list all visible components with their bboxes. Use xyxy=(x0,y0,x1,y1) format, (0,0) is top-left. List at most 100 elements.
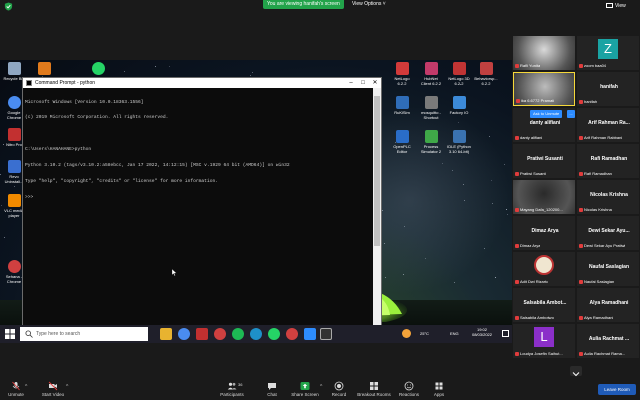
participant-tile-alya[interactable]: Alya Ramadhani Alya Ramadhani xyxy=(577,288,639,322)
microphone-muted-icon xyxy=(12,381,20,391)
command-prompt-output[interactable]: Microsoft Windows [Version 10.0.18363.15… xyxy=(25,89,369,329)
desktop-icon-factory-io[interactable]: Factory IO xyxy=(447,96,471,115)
participant-display-name: Dewi Sekar Ayu... xyxy=(588,228,630,234)
desktop-icon-behaviorspace[interactable]: Behaviorsp... 6.2.2 xyxy=(474,62,498,86)
record-button[interactable]: Record xyxy=(319,381,359,397)
participants-button[interactable]: Participants 36 xyxy=(212,381,252,397)
muted-mic-icon xyxy=(579,207,583,212)
command-prompt-titlebar[interactable]: Command Prompt - python – □ ✕ xyxy=(23,78,381,88)
star xyxy=(404,226,405,227)
participant-name-label: Arif Rahman Rabbani xyxy=(579,135,622,140)
view-options-label: View Options xyxy=(352,1,382,7)
star xyxy=(169,66,170,67)
desktop-icon-rukisim[interactable]: RuKiSim xyxy=(390,96,414,115)
desktop-icon-fluid[interactable] xyxy=(32,62,56,76)
command-prompt-window[interactable]: Command Prompt - python – □ ✕ Microsoft … xyxy=(22,77,382,332)
participant-display-name: Naufal Saslagian xyxy=(588,264,629,270)
participant-tile-mayang[interactable]: Mayang Dafa_120200... xyxy=(513,180,575,214)
weather-temperature[interactable]: 25°C xyxy=(420,331,429,336)
grid-view-icon xyxy=(606,3,613,9)
desktop-icon-idle-python[interactable]: IDLE (Python 3.10 64-bit) xyxy=(447,130,471,154)
minimize-button[interactable]: – xyxy=(345,78,357,88)
desktop-icon-netlogo[interactable]: NetLogo 6.2.2 xyxy=(390,62,414,86)
share-screen-icon xyxy=(300,382,310,390)
breakout-rooms-label: Breakout Rooms xyxy=(357,392,391,397)
participant-tile-pratiwi[interactable]: Pratiwi Susanti Pratiwi Susanti xyxy=(513,144,575,178)
desktop-icon-process-simulator[interactable]: Process Simulator 2 xyxy=(419,130,443,154)
desktop-icon-mosquitto[interactable]: mosquitto - Shortcut xyxy=(419,96,443,120)
start-video-label: Start Video xyxy=(41,392,65,397)
participant-name-text: Naufal Saslagian xyxy=(584,279,615,284)
participant-tile-rafli[interactable]: Rafli Yunita xyxy=(513,36,575,70)
participant-name-text: Aulia Rachmat Rama... xyxy=(584,351,626,356)
ask-to-unmute-button[interactable]: Ask to Unmute xyxy=(530,110,563,118)
nitro-taskbar-icon[interactable] xyxy=(196,328,208,340)
caret-up-icon[interactable]: ^ xyxy=(25,384,27,390)
input-language[interactable]: ENG xyxy=(450,331,459,336)
star xyxy=(458,122,459,123)
participant-tile-hanifah[interactable]: hanifah hanifah xyxy=(577,72,639,106)
participant-tile-salsabila[interactable]: Salsabila Ambot... Salsabila Ambotwo xyxy=(513,288,575,322)
view-options-button[interactable]: View Options ˅ xyxy=(348,0,390,9)
muted-mic-icon xyxy=(579,135,583,140)
participant-display-name: Nicolas Krishna xyxy=(590,192,628,198)
security-shield-icon[interactable] xyxy=(4,2,13,11)
participant-name-label: Nicolas Krishna xyxy=(579,207,612,212)
participants-icon xyxy=(227,382,237,390)
cmd-taskbar-icon[interactable] xyxy=(320,328,332,340)
chrome-taskbar-icon-2[interactable] xyxy=(286,328,298,340)
caret-up-icon[interactable]: ^ xyxy=(66,384,68,390)
participant-display-name: Pratiwi Susanti xyxy=(527,156,563,162)
breakout-rooms-button[interactable]: Breakout Rooms xyxy=(354,381,394,397)
participant-tile-rafi[interactable]: Rafi Ramadhan Rafi Ramadhan xyxy=(577,144,639,178)
unmute-button[interactable]: Unmute ^ xyxy=(0,381,36,397)
file-explorer-icon[interactable] xyxy=(160,328,172,340)
avatar: L xyxy=(534,327,554,347)
participant-tile-dimaz[interactable]: Dimaz Arya Dimaz Arya xyxy=(513,216,575,250)
view-layout-label: View xyxy=(615,3,626,9)
leave-room-button[interactable]: Leave Room xyxy=(598,384,636,395)
chrome-profile-taskbar-icon[interactable] xyxy=(214,328,226,340)
participant-tile-zoom[interactable]: Zzoom baa04 xyxy=(577,36,639,70)
tile-more-options-button[interactable]: ... xyxy=(567,110,575,118)
participant-tile-loudya[interactable]: L Loudya Josefin Saihut... xyxy=(513,324,575,358)
star xyxy=(506,209,507,210)
windows-start-icon[interactable] xyxy=(5,329,15,339)
participant-tile-adit[interactable]: Adit Dwi Rizarto xyxy=(513,252,575,286)
chrome-taskbar-icon[interactable] xyxy=(178,328,190,340)
whatsapp-icon xyxy=(91,62,105,75)
desktop-icon-openplc[interactable]: OpenPLC Editor xyxy=(390,130,414,154)
behaviorspace-icon xyxy=(479,62,493,75)
gallery-next-page-button[interactable] xyxy=(570,366,582,377)
desktop-icon-whatsapp[interactable] xyxy=(86,62,110,76)
cmd-scrollbar[interactable] xyxy=(373,88,381,332)
desktop-icon-hubnet-client[interactable]: HubNet Client 6.2.2 xyxy=(419,62,443,86)
star xyxy=(4,237,5,238)
start-video-button[interactable]: Start Video ^ xyxy=(33,381,73,397)
hubnet-icon xyxy=(424,62,438,75)
zoom-taskbar-icon[interactable] xyxy=(304,328,316,340)
participant-tile-arif[interactable]: Arif Rahman Ra... Arif Rahman Rabbani xyxy=(577,108,639,142)
participant-name-label: Pratiwi Susanti xyxy=(515,171,546,176)
cmd-scroll-thumb[interactable] xyxy=(374,96,380,246)
meeting-toolbar: Unmute ^ Start Video ^ Participants 36 C… xyxy=(0,380,640,400)
desktop-icon-netlogo-3d[interactable]: NetLogo 3D 6.2.2 xyxy=(447,62,471,86)
apps-button[interactable]: Apps xyxy=(419,381,459,397)
taskbar-search-box[interactable]: Type here to search xyxy=(20,327,148,341)
notification-icon[interactable] xyxy=(502,330,509,337)
participant-tile-ika[interactable]: ika 6.6772 Pramati xyxy=(513,72,575,106)
participant-tile-dewi[interactable]: Dewi Sekar Ayu... Dewi Sekar Ayu Pratiwi xyxy=(577,216,639,250)
spotify-taskbar-icon[interactable] xyxy=(232,328,244,340)
maximize-button[interactable]: □ xyxy=(357,78,369,88)
whatsapp-taskbar-icon[interactable] xyxy=(268,328,280,340)
close-button[interactable]: ✕ xyxy=(369,78,381,88)
participant-tile-naufal[interactable]: Naufal Saslagian Naufal Saslagian xyxy=(577,252,639,286)
taskbar-clock[interactable]: 19:02 08/03/2022 xyxy=(468,327,496,337)
participant-tile-aulia[interactable]: Aulia Rachmat ... Aulia Rachmat Rama... xyxy=(577,324,639,358)
avatar-logo-icon xyxy=(534,255,554,275)
edge-taskbar-icon[interactable] xyxy=(250,328,262,340)
view-layout-button[interactable]: View xyxy=(606,2,626,11)
weather-icon[interactable] xyxy=(402,329,411,338)
mosquitto-icon xyxy=(424,96,438,109)
participant-tile-nicolas[interactable]: Nicolas Krishna Nicolas Krishna xyxy=(577,180,639,214)
